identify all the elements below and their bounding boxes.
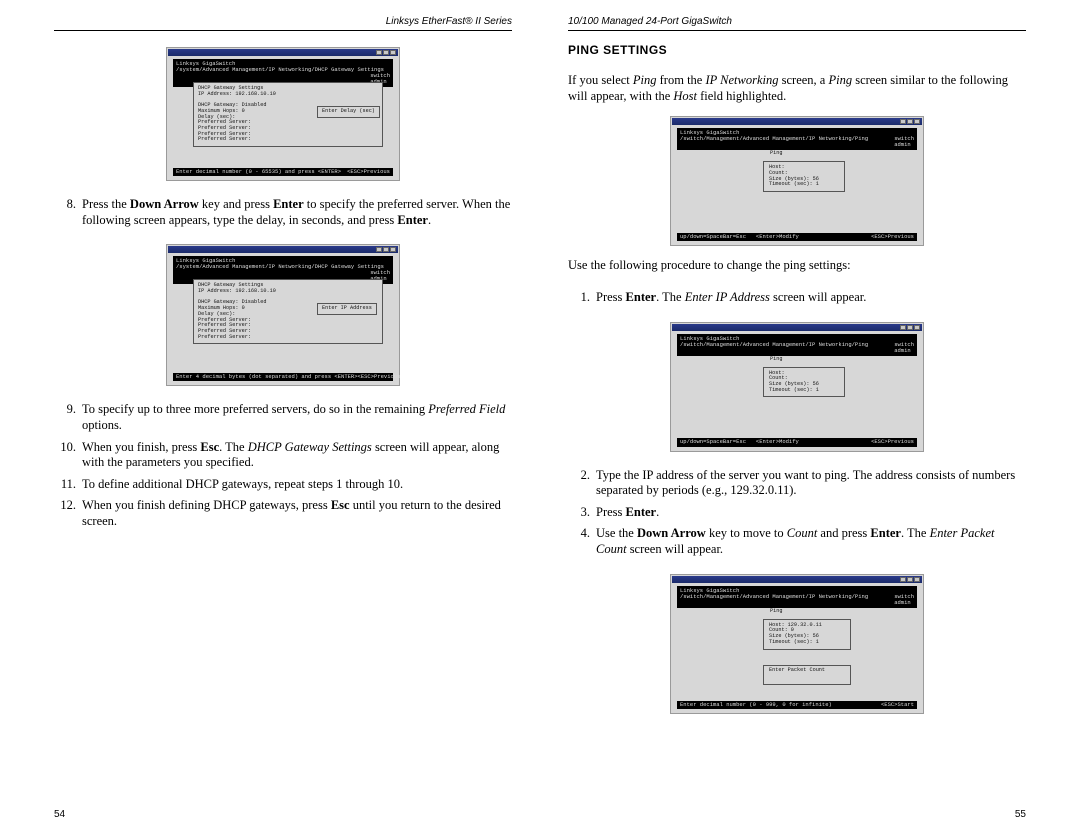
section-title-ping: PING SETTINGS (568, 43, 1026, 57)
ping-lead: Use the following procedure to change th… (568, 258, 1026, 274)
running-head-left: Linksys EtherFast® II Series (54, 16, 512, 31)
ping-step-2: 2. Type the IP address of the server you… (568, 468, 1026, 499)
steps-left: 8. Press the Down Arrow key and press En… (54, 191, 512, 234)
screenshot-ping-count: Linksys GigaSwitch /switch/Management/Ad… (568, 574, 1026, 714)
screenshot-ping-host: Linksys GigaSwitch /switch/Management/Ad… (568, 116, 1026, 246)
screenshot-dhcp-ip: Linksys GigaSwitch /system/Advanced Mana… (54, 244, 512, 386)
screenshot-dhcp-delay: Linksys GigaSwitch /system/Advanced Mana… (54, 47, 512, 181)
ping-intro: If you select Ping from the IP Networkin… (568, 73, 1026, 104)
page-number-left: 54 (54, 809, 65, 820)
ping-step-3: 3. Press Enter. (568, 505, 1026, 521)
page-right: 10/100 Managed 24-Port GigaSwitch PING S… (540, 0, 1080, 834)
step-12: 12. When you finish defining DHCP gatewa… (54, 498, 512, 529)
step-10: 10. When you finish, press Esc. The DHCP… (54, 440, 512, 471)
page-left: Linksys EtherFast® II Series Linksys Gig… (0, 0, 540, 834)
step-8: 8. Press the Down Arrow key and press En… (54, 197, 512, 228)
ping-step-1: 1. Press Enter. The Enter IP Address scr… (568, 290, 1026, 306)
screenshot-ping-ip: Linksys GigaSwitch /switch/Management/Ad… (568, 322, 1026, 452)
page-number-right: 55 (1015, 809, 1026, 820)
step-9: 9. To specify up to three more preferred… (54, 402, 512, 433)
ping-step-4: 4. Use the Down Arrow key to move to Cou… (568, 526, 1026, 557)
running-head-right: 10/100 Managed 24-Port GigaSwitch (568, 16, 1026, 31)
step-11: 11. To define additional DHCP gateways, … (54, 477, 512, 493)
